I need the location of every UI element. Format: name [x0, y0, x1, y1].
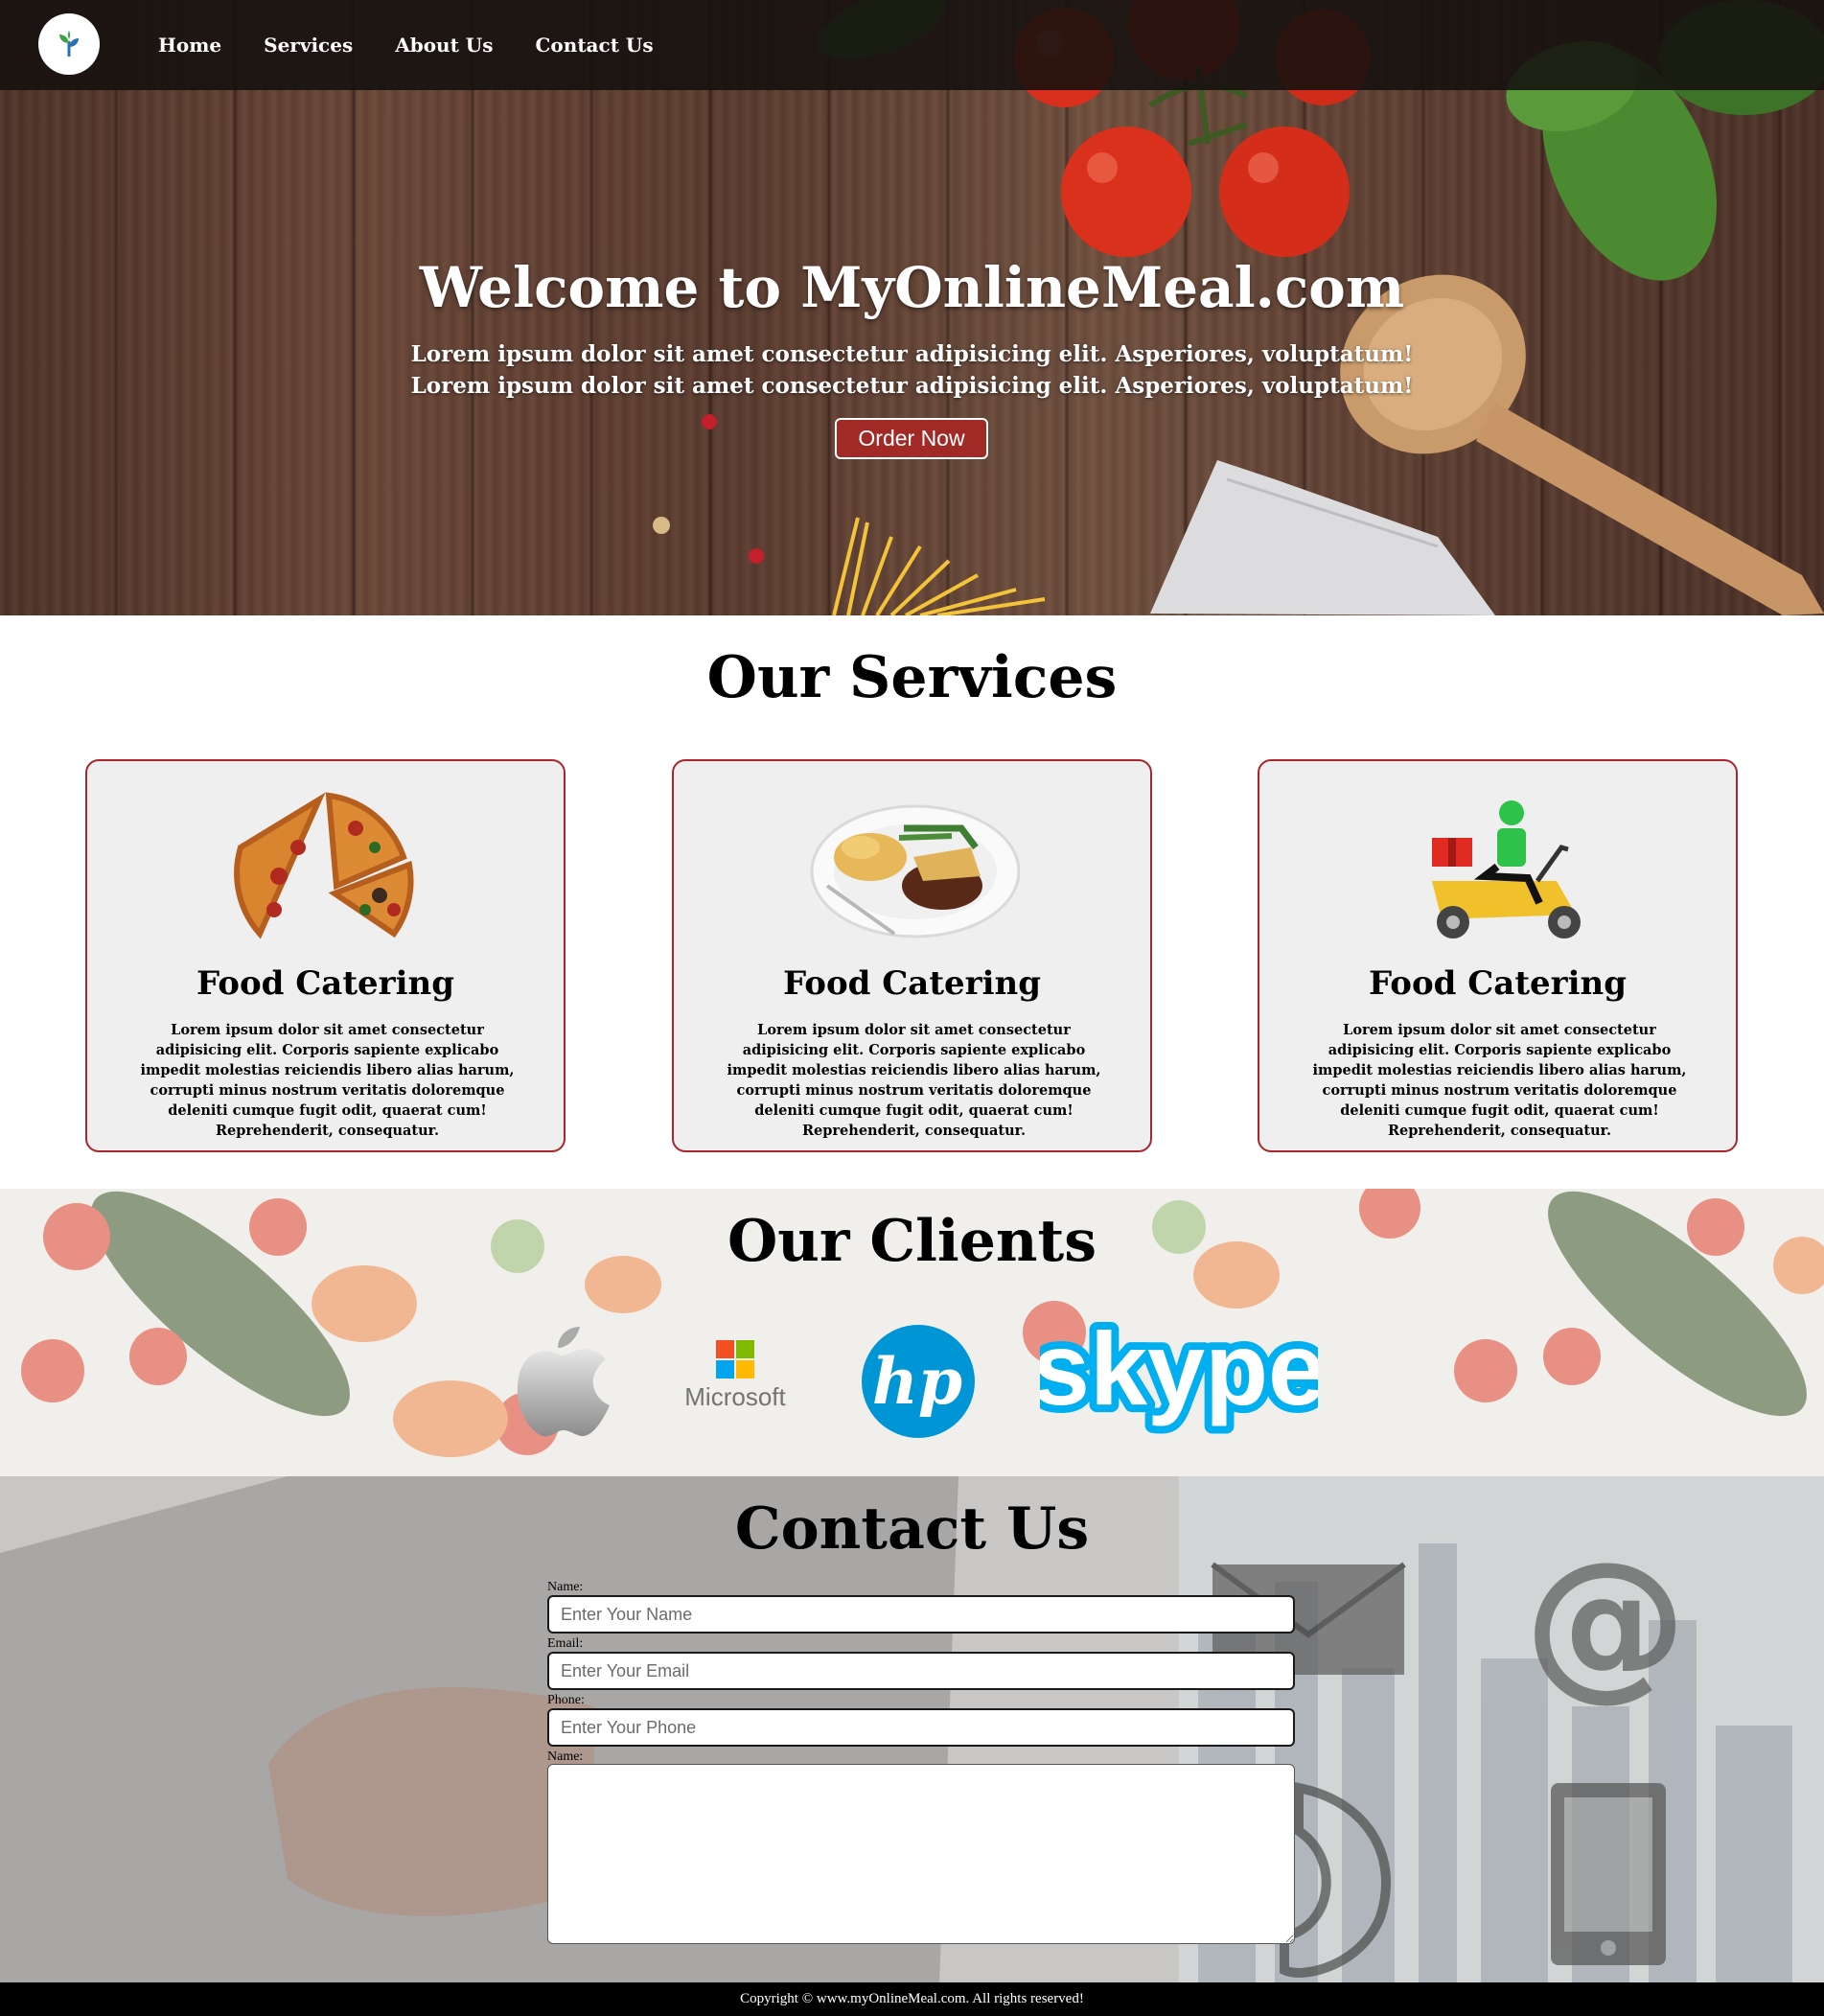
contact-section: @ Contact Us Name: Email: Phone: Name: — [0, 1476, 1824, 1982]
name-label: Name: — [547, 1580, 584, 1594]
order-now-button[interactable]: Order Now — [835, 418, 988, 459]
tablet-icon — [1551, 1783, 1666, 1965]
services-title: Our Services — [706, 644, 1118, 711]
hero-subtitle-line-1: Lorem ipsum dolor sit amet consectetur a… — [410, 341, 1414, 367]
phone-label: Phone: — [547, 1693, 585, 1707]
service-card-title: Food Catering — [196, 964, 454, 1003]
service-card: Food Catering Lorem ipsum dolor sit amet… — [672, 759, 1152, 1152]
svg-text:Microsoft: Microsoft — [684, 1382, 786, 1411]
apple-logo — [517, 1327, 610, 1437]
hero-subtitle-line-2: Lorem ipsum dolor sit amet consectetur a… — [410, 373, 1414, 399]
nav-about-us[interactable]: About Us — [374, 34, 514, 57]
copyright-text: Copyright © www.myOnlineMeal.com. All ri… — [740, 1991, 1084, 2006]
hero-title: Welcome to MyOnlineMeal.com — [419, 255, 1405, 320]
service-card-text: Lorem ipsum dolor sit amet consectetur a… — [727, 1022, 1101, 1139]
service-card-text: Lorem ipsum dolor sit amet consectetur a… — [140, 1022, 515, 1139]
nav-links: Home Services About Us Contact Us — [137, 0, 675, 90]
service-card: Food Catering Lorem ipsum dolor sit amet… — [1258, 759, 1738, 1152]
delivery-scooter-image — [1432, 800, 1581, 938]
footer: Copyright © www.myOnlineMeal.com. All ri… — [0, 1982, 1824, 2016]
message-textarea[interactable] — [547, 1764, 1295, 1944]
email-label: Email: — [547, 1636, 584, 1651]
message-label: Name: — [547, 1750, 584, 1764]
skype-logo: skype skype — [1040, 1313, 1318, 1434]
pizza-slices-image — [234, 792, 414, 939]
nav-contact-us[interactable]: Contact Us — [515, 34, 675, 57]
microsoft-logo: Microsoft — [684, 1340, 787, 1411]
service-card-title: Food Catering — [1369, 964, 1627, 1003]
site-logo[interactable] — [38, 13, 100, 75]
sprout-icon — [59, 31, 79, 57]
service-card-title: Food Catering — [783, 964, 1041, 1003]
top-navbar: Home Services About Us Contact Us — [0, 0, 1824, 90]
email-input[interactable] — [547, 1652, 1295, 1690]
contact-title: Contact Us — [734, 1495, 1090, 1563]
clients-title: Our Clients — [727, 1208, 1097, 1275]
clients-section: Our Clients Microsoft hp skype skype — [0, 1189, 1824, 1476]
service-card: Food Catering Lorem ipsum dolor sit amet… — [85, 759, 566, 1152]
nav-services[interactable]: Services — [242, 34, 374, 57]
svg-text:hp: hp — [872, 1344, 962, 1419]
nav-home[interactable]: Home — [137, 34, 242, 57]
service-card-text: Lorem ipsum dolor sit amet consectetur a… — [1312, 1022, 1687, 1139]
name-input[interactable] — [547, 1595, 1295, 1634]
svg-text:skype: skype — [1040, 1313, 1318, 1426]
hero-section: Welcome to MyOnlineMeal.com Lorem ipsum … — [0, 0, 1824, 615]
meal-plate-image — [810, 804, 1020, 938]
hp-logo: hp — [862, 1325, 975, 1438]
phone-input[interactable] — [547, 1708, 1295, 1747]
